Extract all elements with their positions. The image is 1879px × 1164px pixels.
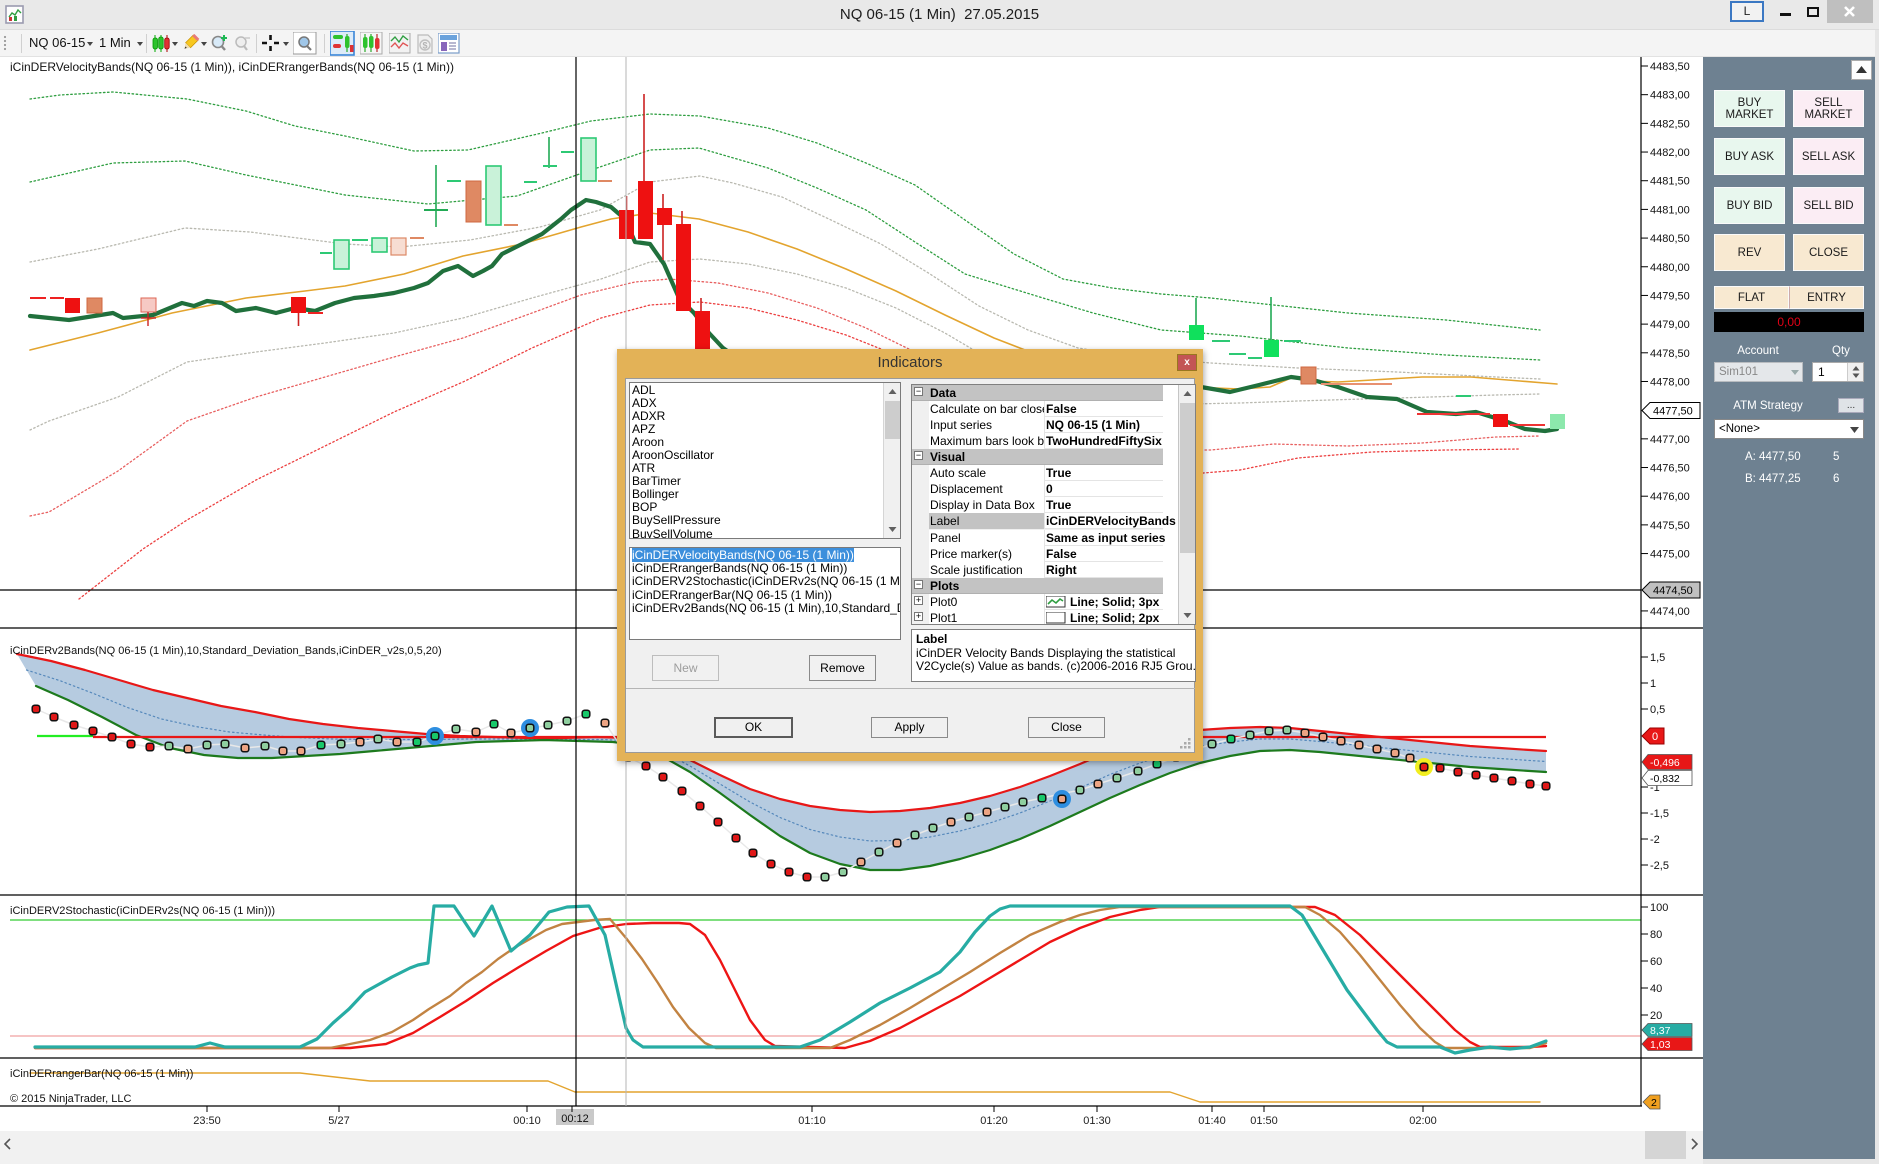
svg-text:01:50: 01:50 <box>1250 1115 1278 1127</box>
svg-text:$: $ <box>422 41 427 51</box>
svg-text:1,5: 1,5 <box>1650 652 1665 664</box>
svg-text:4482,00: 4482,00 <box>1650 147 1690 159</box>
svg-text:01:20: 01:20 <box>980 1115 1008 1127</box>
svg-text:00:12: 00:12 <box>561 1113 589 1125</box>
svg-text:4475,50: 4475,50 <box>1650 520 1690 532</box>
svg-text:iCinDERVelocityBands(NQ 06-15: iCinDERVelocityBands(NQ 06-15 (1 Min)), … <box>10 60 454 74</box>
svg-text:8,37: 8,37 <box>1650 1025 1671 1037</box>
svg-text:40: 40 <box>1650 983 1662 995</box>
svg-text:20: 20 <box>1650 1010 1662 1022</box>
svg-text:iCinDERV2Stochastic(iCinDERv2s: iCinDERV2Stochastic(iCinDERv2s(NQ 06-15 … <box>10 905 275 917</box>
svg-text:-0,496: -0,496 <box>1650 757 1680 769</box>
svg-text:2: 2 <box>1651 1097 1657 1109</box>
svg-text:5/27: 5/27 <box>328 1115 349 1127</box>
svg-text:80: 80 <box>1650 929 1662 941</box>
svg-text:4480,00: 4480,00 <box>1650 262 1690 274</box>
svg-text:4481,50: 4481,50 <box>1650 176 1690 188</box>
svg-text:100: 100 <box>1650 902 1668 914</box>
svg-text:1: 1 <box>1650 678 1656 690</box>
svg-text:23:50: 23:50 <box>193 1115 221 1127</box>
svg-text:4475,00: 4475,00 <box>1650 549 1690 561</box>
svg-text:02:00: 02:00 <box>1409 1115 1437 1127</box>
svg-text:© 2015 NinjaTrader, LLC: © 2015 NinjaTrader, LLC <box>10 1093 131 1105</box>
svg-text:-2,5: -2,5 <box>1650 860 1669 872</box>
svg-text:-2: -2 <box>1650 834 1660 846</box>
svg-text:-1,5: -1,5 <box>1650 808 1669 820</box>
svg-text:01:40: 01:40 <box>1198 1115 1226 1127</box>
svg-text:60: 60 <box>1650 956 1662 968</box>
svg-text:4477,00: 4477,00 <box>1650 434 1690 446</box>
svg-text:0,5: 0,5 <box>1650 704 1665 716</box>
svg-text:4477,50: 4477,50 <box>1653 406 1693 418</box>
svg-text:4479,50: 4479,50 <box>1650 290 1690 302</box>
svg-text:01:10: 01:10 <box>798 1115 826 1127</box>
svg-text:4474,00: 4474,00 <box>1650 606 1690 618</box>
svg-text:4478,50: 4478,50 <box>1650 348 1690 360</box>
svg-text:4476,50: 4476,50 <box>1650 463 1690 475</box>
svg-text:iCinDERrangerBar(NQ 06-15 (1 M: iCinDERrangerBar(NQ 06-15 (1 Min)) <box>10 1068 193 1080</box>
svg-text:4480,50: 4480,50 <box>1650 233 1690 245</box>
svg-text:4481,00: 4481,00 <box>1650 204 1690 216</box>
svg-text:00:10: 00:10 <box>513 1115 541 1127</box>
svg-text:4476,00: 4476,00 <box>1650 491 1690 503</box>
svg-text:1,03: 1,03 <box>1650 1039 1671 1051</box>
svg-text:iCinDERv2Bands(NQ 06-15 (1 Min: iCinDERv2Bands(NQ 06-15 (1 Min),10,Stand… <box>10 645 442 657</box>
svg-text:-0,832: -0,832 <box>1650 773 1680 785</box>
svg-text:4479,00: 4479,00 <box>1650 319 1690 331</box>
svg-text:4482,50: 4482,50 <box>1650 118 1690 130</box>
svg-text:4474,50: 4474,50 <box>1653 585 1693 597</box>
svg-text:01:30: 01:30 <box>1083 1115 1111 1127</box>
svg-text:4483,00: 4483,00 <box>1650 90 1690 102</box>
svg-text:4478,00: 4478,00 <box>1650 376 1690 388</box>
svg-text:0: 0 <box>1652 731 1658 743</box>
svg-text:4483,50: 4483,50 <box>1650 61 1690 73</box>
